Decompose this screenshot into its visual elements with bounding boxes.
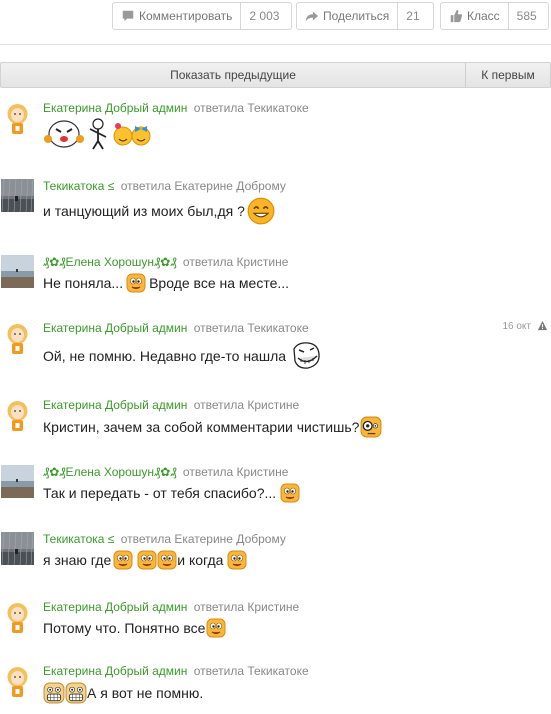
comment-header: Екатерина Добрый админ ответила Кристине (43, 600, 299, 614)
avatar[interactable] (1, 664, 34, 697)
author-link[interactable]: ₰✿₰Елена Хорошун₰✿₰ (43, 465, 177, 479)
avatar[interactable] (1, 101, 34, 134)
tongue-smiley-icon (227, 550, 247, 570)
troll-face-icon (293, 342, 320, 369)
class-label: Класс (467, 9, 500, 23)
comment-body: и танцующий из моих был,дя ? (43, 197, 275, 225)
comment-header: Текикатока ≤ ответила Екатерине Доброму (43, 179, 286, 193)
comment-body: Потому что. Понятно все (43, 618, 226, 638)
comment-text: Ой, не помню. Недавно где-то нашла (43, 348, 287, 364)
replied-to: ответила Екатерине Доброму (120, 179, 286, 193)
comment-icon (122, 10, 134, 22)
comment-text: и когда (177, 552, 224, 568)
comment-text: и танцующий из моих был,дя ? (43, 203, 245, 219)
comment-header: Екатерина Добрый админ ответила Кристине (43, 398, 299, 412)
comment-body: Так и передать - от тебя спасибо?... (43, 483, 300, 503)
grin-smiley-icon (247, 197, 275, 225)
author-link[interactable]: Текикатока ≤ (43, 532, 114, 546)
hug-sticker-icon (44, 120, 84, 148)
comment-header: ₰✿₰Елена Хорошун₰✿₰ ответила Кристине (43, 465, 288, 479)
show-previous-bar: Показать предыдущие К первым (0, 62, 551, 88)
comment-header: Екатерина Добрый админ ответила Текикато… (43, 101, 309, 115)
author-link[interactable]: Текикатока ≤ (43, 179, 114, 193)
comment-item: Текикатока ≤ ответила Екатерине Доброму … (0, 179, 551, 229)
comment-body: А я вот не помню. (43, 682, 203, 704)
comment-item: ₰✿₰Елена Хорошун₰✿₰ ответила Кристине Не… (0, 255, 551, 300)
comment-header: ₰✿₰Елена Хорошун₰✿₰ ответила Кристине (43, 255, 288, 269)
avatar[interactable] (1, 600, 34, 633)
replied-to: ответила Кристине (193, 398, 300, 412)
replied-to: ответила Текикатоке (193, 101, 309, 115)
author-link[interactable]: Екатерина Добрый админ (43, 398, 187, 412)
avatar[interactable] (1, 465, 34, 498)
replied-to: ответила Кристине (193, 600, 300, 614)
avatar[interactable] (1, 321, 34, 354)
share-button[interactable]: Поделиться 21 (296, 2, 434, 30)
author-link[interactable]: Екатерина Добрый админ (43, 664, 187, 678)
comment-button[interactable]: Комментировать 2 003 (112, 2, 292, 30)
comment-text: Не поняла... (43, 275, 124, 291)
comment-text: Так и передать - от тебя спасибо?... (43, 485, 277, 501)
share-count: 21 (397, 3, 427, 29)
comment-text: Вроде все на месте... (149, 275, 290, 291)
author-link[interactable]: ₰✿₰Елена Хорошун₰✿₰ (43, 255, 177, 269)
dancing-figure-icon (89, 118, 107, 150)
avatar[interactable] (1, 532, 34, 565)
tongue-smiley-icon (137, 550, 157, 570)
comment-body: я знаю где и когда (43, 550, 247, 570)
couple-smiley-icon (113, 123, 151, 146)
comment-item: ₰✿₰Елена Хорошун₰✿₰ ответила Кристине Та… (0, 465, 551, 515)
comment-item: Екатерина Добрый админ ответила Текикато… (0, 320, 551, 376)
happy-smiley-icon (280, 483, 300, 503)
divider (0, 44, 551, 45)
comment-label: Комментировать (139, 9, 233, 23)
avatar[interactable] (1, 179, 34, 212)
comment-body: Ой, не помню. Недавно где-то нашла (43, 341, 322, 371)
comment-body (43, 117, 153, 151)
comment-header: Екатерина Добрый админ ответила Текикато… (43, 664, 309, 678)
replied-to: ответила Кристине (182, 465, 289, 479)
avatar[interactable] (1, 398, 34, 431)
comment-header: Екатерина Добрый админ ответила Текикато… (43, 321, 309, 335)
class-count: 585 (507, 3, 545, 29)
tongue-smiley-icon (113, 550, 133, 570)
monocle-smiley-icon (360, 416, 382, 438)
comment-date: 16 окт (502, 321, 531, 332)
share-label: Поделиться (323, 9, 390, 23)
comment-count: 2 003 (240, 3, 287, 29)
tongue-smiley-icon (157, 550, 177, 570)
replied-to: ответила Екатерине Доброму (120, 532, 286, 546)
comment-item: Екатерина Добрый админ ответила Кристине… (0, 398, 551, 448)
replied-to: ответила Кристине (182, 255, 289, 269)
teeth-smiley-icon (65, 682, 87, 704)
comment-item: Екатерина Добрый админ ответила Кристине… (0, 600, 551, 645)
replied-to: ответила Текикатоке (193, 321, 309, 335)
comment-text: А я вот не помню. (87, 685, 204, 701)
comment-text: я знаю где (43, 552, 112, 568)
action-bar: Комментировать 2 003 Поделиться 21 Класс… (0, 2, 551, 30)
comment-body: Не поняла... Вроде все на месте... (43, 273, 289, 293)
to-first-button[interactable]: К первым (465, 63, 550, 87)
comment-text: Кристин, зачем за собой комментарии чист… (43, 419, 360, 435)
class-button[interactable]: Класс 585 (440, 2, 549, 30)
author-link[interactable]: Екатерина Добрый админ (43, 600, 187, 614)
thumbs-up-icon (450, 9, 462, 23)
comment-item: Екатерина Добрый админ ответила Текикато… (0, 664, 551, 712)
share-icon (305, 11, 319, 22)
comment-item: Екатерина Добрый админ ответила Текикато… (0, 101, 551, 161)
teeth-smiley-icon (43, 682, 65, 704)
comment-item: Текикатока ≤ ответила Екатерине Доброму … (0, 532, 551, 582)
show-previous-button[interactable]: Показать предыдущие (1, 63, 465, 87)
angry-smiley-icon (206, 618, 226, 638)
comment-text: Потому что. Понятно все (43, 620, 206, 636)
author-link[interactable]: Екатерина Добрый админ (43, 321, 187, 335)
replied-to: ответила Текикатоке (193, 664, 309, 678)
author-link[interactable]: Екатерина Добрый админ (43, 101, 187, 115)
avatar[interactable] (1, 255, 34, 288)
surprised-smiley-icon (126, 273, 146, 293)
comment-header: Текикатока ≤ ответила Екатерине Доброму (43, 532, 286, 546)
comment-body: Кристин, зачем за собой комментарии чист… (43, 416, 382, 438)
report-warning-icon[interactable] (537, 320, 548, 331)
